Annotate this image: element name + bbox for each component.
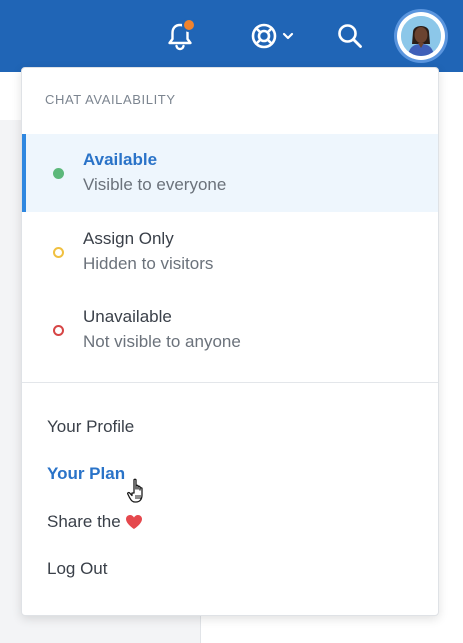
status-option-assign-only[interactable]: Assign Only Hidden to visitors bbox=[22, 213, 438, 291]
search-icon bbox=[338, 24, 362, 48]
status-description: Hidden to visitors bbox=[83, 254, 214, 273]
status-name: Assign Only bbox=[83, 229, 174, 248]
your-plan-link[interactable]: Your Plan bbox=[47, 464, 125, 484]
your-profile-link[interactable]: Your Profile bbox=[47, 417, 134, 437]
user-avatar bbox=[401, 16, 441, 56]
status-name: Unavailable bbox=[83, 307, 172, 326]
top-navigation-bar bbox=[0, 0, 463, 72]
unavailable-status-dot bbox=[53, 325, 64, 336]
status-option-unavailable[interactable]: Unavailable Not visible to anyone bbox=[22, 291, 438, 369]
log-out-link[interactable]: Log Out bbox=[47, 559, 108, 579]
status-name: Available bbox=[83, 150, 158, 169]
menu-divider bbox=[22, 382, 438, 383]
search-button[interactable] bbox=[332, 18, 368, 54]
chat-availability-heading: CHAT AVAILABILITY bbox=[45, 92, 176, 107]
share-the-love-link[interactable]: Share the bbox=[47, 512, 143, 532]
chevron-down-icon bbox=[282, 32, 294, 40]
notification-badge bbox=[182, 18, 196, 32]
status-description: Visible to everyone bbox=[83, 175, 227, 194]
heart-icon bbox=[125, 515, 142, 529]
share-the-label: Share the bbox=[47, 512, 121, 531]
status-description: Not visible to anyone bbox=[83, 332, 241, 351]
user-avatar-button[interactable] bbox=[397, 12, 445, 60]
lifebuoy-icon bbox=[251, 23, 277, 49]
help-menu-button[interactable] bbox=[246, 18, 298, 54]
notifications-button[interactable] bbox=[162, 18, 198, 54]
assign-only-status-dot bbox=[53, 247, 64, 258]
hand-pointer-cursor-icon bbox=[127, 478, 143, 503]
available-status-dot bbox=[53, 168, 64, 179]
account-dropdown-menu: CHAT AVAILABILITY Available Visible to e… bbox=[21, 67, 439, 616]
status-option-available[interactable]: Available Visible to everyone bbox=[22, 134, 438, 212]
